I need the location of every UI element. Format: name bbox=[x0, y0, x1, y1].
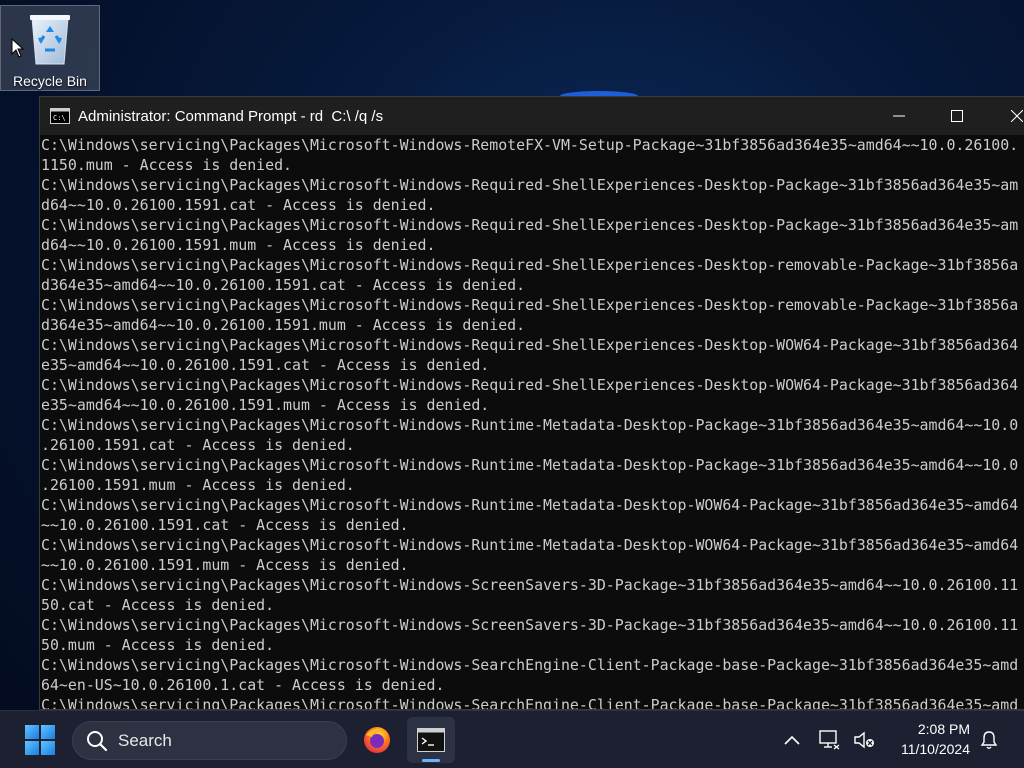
console-line: 64~en-US~10.0.26100.1.cat - Access is de… bbox=[41, 676, 445, 694]
console-line: C:\Windows\servicing\Packages\Microsoft-… bbox=[41, 296, 1019, 314]
console-line: C:\Windows\servicing\Packages\Microsoft-… bbox=[41, 536, 1019, 554]
console-output[interactable]: C:\Windows\servicing\Packages\Microsoft-… bbox=[40, 135, 1024, 710]
console-line: C:\Windows\servicing\Packages\Microsoft-… bbox=[41, 336, 1019, 354]
console-line: ~~10.0.26100.1591.mum - Access is denied… bbox=[41, 556, 409, 574]
console-line: 1150.mum - Access is denied. bbox=[41, 156, 293, 174]
firefox-icon bbox=[364, 727, 390, 753]
minimize-button[interactable] bbox=[876, 97, 922, 135]
console-line: C:\Windows\servicing\Packages\Microsoft-… bbox=[41, 696, 1019, 710]
clock-time: 2:08 PM bbox=[917, 721, 970, 737]
minimize-icon bbox=[893, 115, 905, 117]
volume-muted-icon bbox=[854, 731, 874, 749]
window-titlebar[interactable]: C:\ Administrator: Command Prompt - rd C… bbox=[40, 97, 1024, 135]
console-line: d364e35~amd64~~10.0.26100.1591.cat - Acc… bbox=[41, 276, 526, 294]
window-title: Administrator: Command Prompt - rd C:\ /… bbox=[78, 107, 384, 125]
console-line: e35~amd64~~10.0.26100.1591.cat - Access … bbox=[41, 356, 490, 374]
console-line: C:\Windows\servicing\Packages\Microsoft-… bbox=[41, 456, 1019, 474]
console-line: d64~~10.0.26100.1591.cat - Access is den… bbox=[41, 196, 436, 214]
command-prompt-icon: C:\ bbox=[50, 108, 70, 124]
notification-bell-icon bbox=[980, 731, 998, 749]
search-icon bbox=[87, 730, 108, 751]
console-line: .26100.1591.mum - Access is denied. bbox=[41, 476, 355, 494]
console-line: C:\Windows\servicing\Packages\Microsoft-… bbox=[41, 376, 1019, 394]
console-line: 50.mum - Access is denied. bbox=[41, 636, 275, 654]
search-label: Search bbox=[118, 730, 172, 750]
close-button[interactable] bbox=[994, 97, 1024, 135]
taskbar-clock[interactable]: 2:08 PM 11/10/2024 bbox=[880, 719, 970, 759]
taskbar: Search 2:08 PM 11/10/2024 bbox=[0, 710, 1024, 768]
console-line: C:\Windows\servicing\Packages\Microsoft-… bbox=[41, 616, 1019, 634]
network-status-button[interactable] bbox=[817, 727, 843, 753]
windows-start-icon[interactable] bbox=[24, 724, 56, 756]
console-line: C:\Windows\servicing\Packages\Microsoft-… bbox=[41, 576, 1019, 594]
mouse-cursor-icon bbox=[11, 38, 25, 58]
clock-date: 11/10/2024 bbox=[900, 741, 970, 757]
recycle-bin-icon bbox=[30, 15, 70, 65]
console-line: C:\Windows\servicing\Packages\Microsoft-… bbox=[41, 216, 1019, 234]
chevron-up-icon bbox=[784, 735, 800, 745]
console-line: C:\Windows\servicing\Packages\Microsoft-… bbox=[41, 256, 1019, 274]
network-icon bbox=[819, 730, 840, 750]
console-line: C:\Windows\servicing\Packages\Microsoft-… bbox=[41, 496, 1019, 514]
console-line: C:\Windows\servicing\Packages\Microsoft-… bbox=[41, 136, 1019, 154]
console-line: d64~~10.0.26100.1591.mum - Access is den… bbox=[41, 236, 436, 254]
command-prompt-icon bbox=[417, 728, 445, 752]
console-line: C:\Windows\servicing\Packages\Microsoft-… bbox=[41, 656, 1019, 674]
taskbar-app-firefox[interactable] bbox=[353, 717, 401, 763]
active-app-indicator bbox=[422, 759, 440, 762]
desktop-icon-label: Recycle Bin bbox=[13, 73, 87, 89]
close-icon bbox=[1011, 110, 1023, 122]
maximize-icon bbox=[951, 110, 963, 122]
console-line: ~~10.0.26100.1591.cat - Access is denied… bbox=[41, 516, 409, 534]
notifications-button[interactable] bbox=[976, 727, 1002, 753]
console-line: 50.cat - Access is denied. bbox=[41, 596, 275, 614]
console-line: d364e35~amd64~~10.0.26100.1591.mum - Acc… bbox=[41, 316, 526, 334]
console-line: C:\Windows\servicing\Packages\Microsoft-… bbox=[41, 416, 1019, 434]
show-hidden-icons-button[interactable] bbox=[779, 727, 805, 753]
command-prompt-window[interactable]: C:\ Administrator: Command Prompt - rd C… bbox=[39, 96, 1024, 710]
console-line: .26100.1591.cat - Access is denied. bbox=[41, 436, 355, 454]
maximize-button[interactable] bbox=[934, 97, 980, 135]
volume-button[interactable] bbox=[851, 727, 877, 753]
taskbar-search-box[interactable]: Search bbox=[72, 721, 347, 760]
taskbar-app-command-prompt[interactable] bbox=[407, 717, 455, 763]
console-line: e35~amd64~~10.0.26100.1591.mum - Access … bbox=[41, 396, 490, 414]
svg-text:C:\: C:\ bbox=[53, 114, 66, 122]
console-line: C:\Windows\servicing\Packages\Microsoft-… bbox=[41, 176, 1019, 194]
